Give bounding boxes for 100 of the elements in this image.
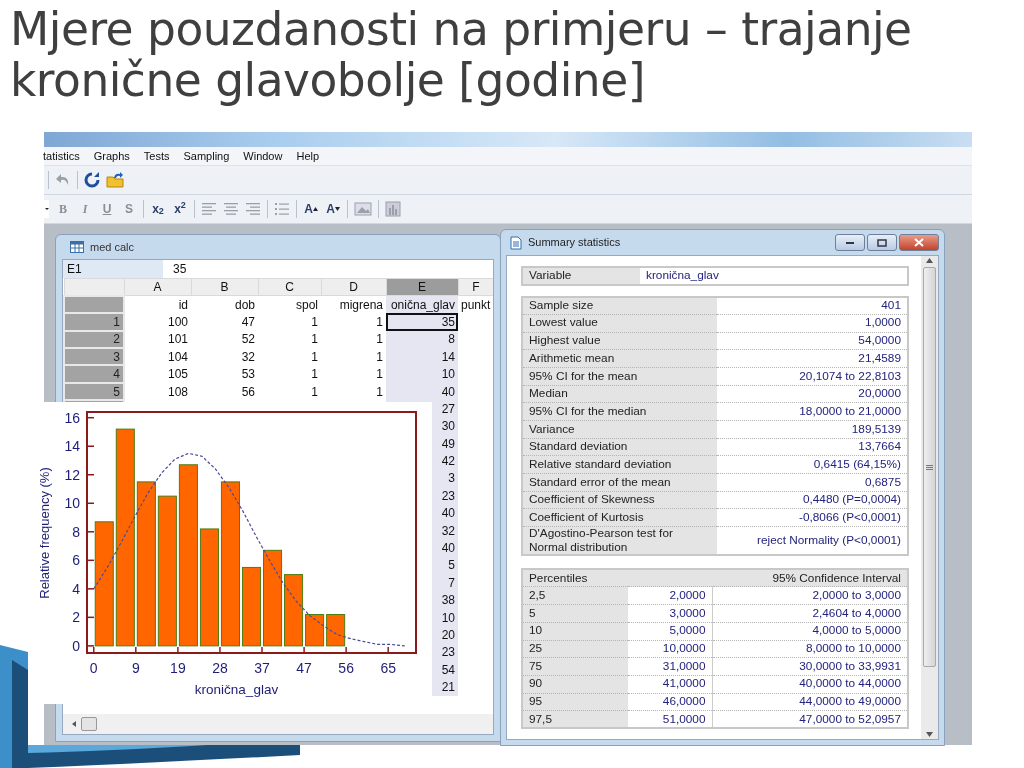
align-right-icon	[245, 201, 261, 217]
menu-item[interactable]: Tests	[143, 150, 170, 162]
stat-value: 1,0000	[717, 314, 908, 333]
stat-value: 401	[717, 296, 908, 315]
table-cell: 46,0000	[628, 693, 712, 711]
table-cell: 44,0000 to 49,0000	[712, 693, 908, 711]
table-cell: 105	[124, 365, 191, 383]
field-value: kronična_glav	[640, 267, 908, 285]
table-cell-text: 1	[310, 313, 319, 331]
axis-tick-label: 19	[170, 660, 186, 676]
scroll-left-icon[interactable]	[71, 720, 77, 728]
caret-icon	[44, 207, 49, 211]
stat-value: 21,4589	[717, 349, 908, 368]
combo-box[interactable]	[44, 200, 49, 218]
scroll-up-icon[interactable]	[926, 258, 933, 263]
column-header[interactable]: F	[458, 278, 493, 296]
minimize-button[interactable]	[835, 234, 865, 251]
cell-value: 35	[172, 261, 187, 278]
table-cell: 10,0000	[628, 640, 712, 658]
table-cell-text: 1	[310, 348, 319, 366]
table-cell: 100	[124, 313, 191, 331]
stat-value: 18,0000 to 21,0000	[717, 402, 908, 421]
table-cell: 14	[386, 348, 458, 366]
table-cell: 2,0000	[628, 586, 712, 605]
scroll-down-icon[interactable]	[926, 732, 933, 737]
column-header: Percentiles	[522, 569, 628, 587]
column-header[interactable]: D	[321, 278, 386, 296]
axis-tick-label: 56	[338, 660, 354, 676]
axis-tick-label: 10	[64, 495, 80, 512]
axis-tick-label: 12	[64, 466, 80, 483]
table-cell: 1	[321, 313, 386, 331]
column-header[interactable]: B	[191, 278, 258, 296]
table-cell-text: 1	[310, 366, 319, 383]
document-icon	[510, 235, 522, 250]
table-cell: 1	[321, 330, 386, 349]
table-cell: 47,0000 to 52,0957	[712, 710, 908, 729]
close-icon	[914, 238, 924, 247]
menu-item[interactable]: Sampling	[183, 150, 230, 162]
down-triangle-icon	[334, 207, 340, 211]
undo-icon	[55, 173, 71, 187]
cell-reference: E1	[63, 260, 163, 278]
menu-item[interactable]: tatistics	[43, 150, 80, 162]
window-title: med calc	[90, 239, 135, 255]
table-cell: 101	[124, 330, 191, 349]
column-name: spol	[258, 295, 321, 314]
axis-tick-label: 4	[72, 580, 80, 597]
table-cell-text: 52	[240, 331, 256, 349]
stat-value: reject Normality (P<0,0001)	[717, 526, 908, 556]
table-cell: 1	[321, 348, 386, 366]
axis-tick-label: 47	[296, 660, 312, 676]
menu-item[interactable]: Graphs	[93, 150, 130, 162]
table-cell: 35	[386, 313, 458, 331]
stat-value: 20,1074 to 22,8103	[717, 367, 908, 386]
axis-tick-label: 28	[212, 660, 228, 676]
stat-value: 20,0000	[717, 385, 908, 403]
format-button[interactable]: x$^{2}$	[172, 200, 188, 218]
scroll-thumb[interactable]	[923, 267, 936, 667]
column-header[interactable]: C	[258, 278, 321, 296]
axis-tick-label: 16	[64, 409, 80, 426]
grid-icon	[70, 241, 84, 253]
axis-tick-label: 6	[72, 552, 80, 569]
menu-item[interactable]: Window	[243, 150, 283, 162]
table-cell: 41,0000	[628, 675, 712, 694]
stat-value: 54,0000	[717, 332, 908, 350]
field-label: Variable	[522, 267, 640, 285]
menu-item[interactable]: Help	[296, 150, 320, 162]
table-cell: 2,4604 to 4,0000	[712, 604, 908, 623]
axis-tick-label: 0	[89, 660, 98, 676]
font-size-button[interactable]: A	[303, 200, 319, 218]
stat-label: Sample size	[522, 296, 717, 315]
image-icon	[354, 201, 372, 217]
font-size-button[interactable]: A	[325, 200, 341, 218]
histogram-bar	[326, 614, 346, 647]
table-cell: 30,0000 to 33,9931	[712, 657, 908, 676]
table-cell: 10	[522, 622, 628, 640]
open-button[interactable]	[106, 171, 124, 189]
scroll-thumb[interactable]	[81, 717, 97, 731]
column-name: migrena	[321, 295, 386, 314]
format-button[interactable]: x$_{2}$	[150, 200, 166, 218]
maximize-button[interactable]	[867, 234, 897, 251]
slide-title: Mjere pouzdanosti na primjeru – trajanje kronične glavobolje [godine]	[10, 4, 913, 106]
y-axis-title: Relative frequency (%)	[37, 467, 52, 599]
align-left-icon	[201, 201, 217, 217]
table-cell: 104	[124, 348, 191, 366]
align-center-icon	[223, 201, 239, 217]
table-cell-text: 47	[240, 313, 256, 331]
stat-value: 0,4480 (P=0,0004)	[717, 491, 908, 509]
redo-button[interactable]	[84, 171, 100, 189]
close-button[interactable]	[899, 234, 939, 251]
stat-value: 189,5139	[717, 420, 908, 439]
column-header[interactable]: A	[124, 278, 191, 296]
axis-tick-label: 9	[131, 660, 140, 676]
table-cell: 4,0000 to 5,0000	[712, 622, 908, 640]
axis-tick-label: 8	[72, 523, 80, 540]
maximize-icon	[877, 238, 887, 247]
column-header[interactable]: E	[386, 278, 458, 296]
table-cell: 95	[522, 693, 628, 711]
table-cell: 40,0000 to 44,0000	[712, 675, 908, 694]
table-cell-text: 53	[240, 366, 256, 383]
axis-tick-label: 14	[64, 438, 80, 455]
